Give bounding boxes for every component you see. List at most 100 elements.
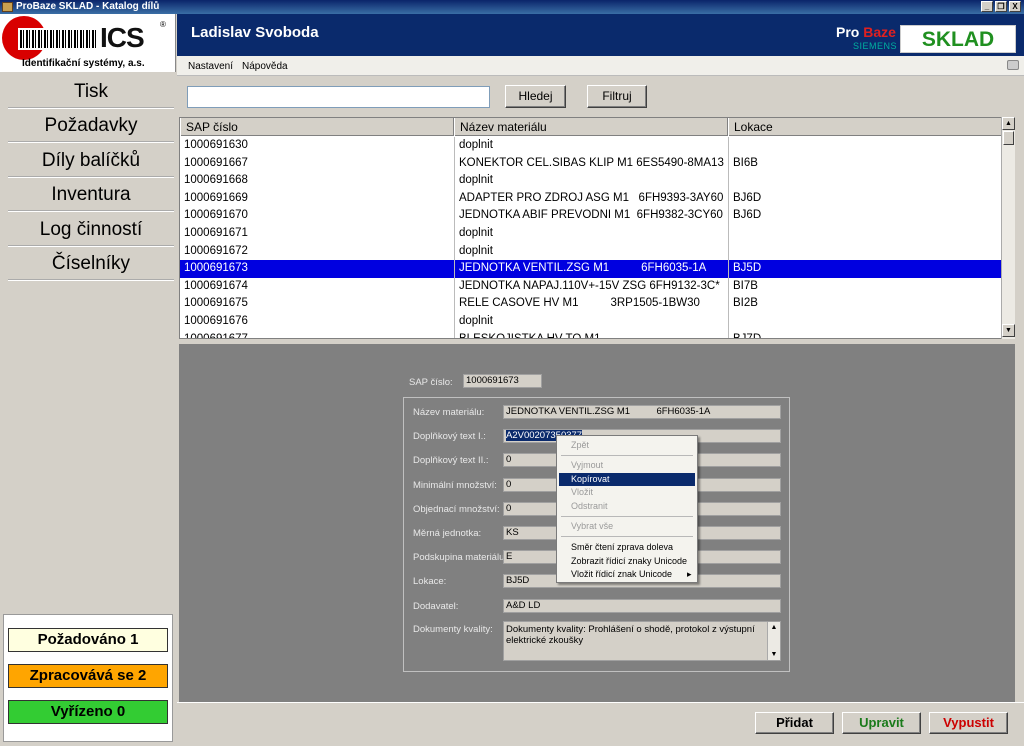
column-name[interactable]: Název materiálu xyxy=(454,118,728,136)
probaze-logo: Pro Baze xyxy=(836,24,896,40)
cell-loc: BJ5D xyxy=(728,260,998,279)
ctx-copy[interactable]: Kopírovat xyxy=(559,473,695,486)
ctx-insert-unicode[interactable]: Vložit řídicí znak Unicode xyxy=(559,568,695,581)
ctx-rtl[interactable]: Směr čtení zprava doleva xyxy=(559,541,695,554)
ctx-show-unicode[interactable]: Zobrazit řídicí znaky Unicode xyxy=(559,555,695,568)
logo-pro: Pro xyxy=(836,24,860,40)
status-processing[interactable]: Zpracovává se 2 xyxy=(8,664,168,688)
cell-name: doplnit xyxy=(454,225,724,243)
table-row[interactable]: 1000691630 doplnit xyxy=(180,137,1002,155)
cell-loc xyxy=(728,172,998,191)
maximize-button[interactable]: ❐ xyxy=(995,1,1007,12)
table-row[interactable]: 1000691675 RELE CASOVE HV M1 3RP1505-1BW3… xyxy=(180,295,1002,314)
nav-pozadavky[interactable]: Požadavky xyxy=(8,110,174,143)
quality-label: Dokumenty kvality: xyxy=(413,624,493,635)
barcode-icon xyxy=(18,28,98,50)
cell-loc: BI2B xyxy=(728,295,998,314)
additional-text-2-label: Doplňkový text II.: xyxy=(413,455,489,467)
table-row[interactable]: 1000691670 JEDNOTKA ABIF PREVODNI M1 6FH9… xyxy=(180,207,1002,226)
logo-brand: ICS xyxy=(100,22,145,53)
cell-sap: 1000691674 xyxy=(184,279,248,292)
cell-sap: 1000691672 xyxy=(184,244,248,257)
nav-tisk[interactable]: Tisk xyxy=(8,76,174,109)
cell-loc: BJ6D xyxy=(728,189,998,208)
cell-sap: 1000691675 xyxy=(184,297,248,310)
material-name-label: Název materiálu: xyxy=(413,407,485,418)
table-row[interactable]: 1000691674 JEDNOTKA NAPAJ.110V+-15V ZSG 6… xyxy=(180,277,1002,296)
search-input[interactable] xyxy=(187,86,490,108)
quality-scroll-up-icon[interactable]: ▲ xyxy=(768,622,780,633)
ctx-delete[interactable]: Odstranit xyxy=(559,500,695,513)
supplier-field[interactable]: A&D LD xyxy=(503,598,781,613)
unit-label: Měrná jednotka: xyxy=(413,528,482,539)
scroll-thumb[interactable] xyxy=(1003,131,1014,145)
menu-napoveda[interactable]: Nápověda xyxy=(242,61,288,72)
quality-scroll-down-icon[interactable]: ▼ xyxy=(768,649,780,660)
status-panel: Požadováno 1 Zpracovává se 2 Vyřízeno 0 xyxy=(3,614,173,742)
nav-inventura[interactable]: Inventura xyxy=(8,179,174,212)
ctx-separator xyxy=(561,455,693,456)
cell-name: JEDNOTKA ABIF PREVODNI M1 6FH9382-3CY60 xyxy=(454,207,724,226)
table-row[interactable]: 1000691677 BLESKOJISTKA HV TO M1 BJ7D xyxy=(180,330,1002,339)
ctx-cut[interactable]: Vyjmout xyxy=(559,459,695,472)
logo-subtitle: Identifikační systémy, a.s. xyxy=(22,58,145,69)
printer-icon[interactable] xyxy=(1007,60,1019,70)
filter-button[interactable]: Filtruj xyxy=(587,85,647,108)
nav-log-cinnosti[interactable]: Log činností xyxy=(8,214,174,247)
quality-scrollbar[interactable]: ▲ ▼ xyxy=(767,622,780,660)
cell-loc xyxy=(728,137,998,155)
add-button[interactable]: Přidat xyxy=(755,712,834,734)
cell-sap: 1000691677 xyxy=(184,332,248,339)
cell-sap: 1000691671 xyxy=(184,227,248,239)
menu-nastaveni[interactable]: Nastavení xyxy=(188,61,233,72)
ctx-select-all[interactable]: Vybrat vše xyxy=(559,520,695,533)
materials-table[interactable]: SAP číslo Název materiálu Lokace 1000691… xyxy=(179,117,1015,339)
table-row[interactable]: 1000691671 doplnit xyxy=(180,225,1002,243)
ctx-paste[interactable]: Vložit xyxy=(559,486,695,499)
material-name-field[interactable]: JEDNOTKA VENTIL.ZSG M1 6FH6035-1A xyxy=(503,405,781,419)
window-title: ProBaze SKLAD - Katalog dílů xyxy=(16,1,160,12)
ctx-undo[interactable]: Zpět xyxy=(559,439,695,452)
logo-baze: Baze xyxy=(863,24,896,40)
table-row[interactable]: 1000691668 doplnit xyxy=(180,172,1002,191)
status-requested[interactable]: Požadováno 1 xyxy=(8,628,168,652)
user-name: Ladislav Svoboda xyxy=(191,24,319,41)
column-sap[interactable]: SAP číslo xyxy=(180,118,454,136)
table-row[interactable]: 1000691667 KONEKTOR CEL.SIBAS KLIP M1 6ES… xyxy=(180,154,1002,173)
scroll-up-icon[interactable]: ▲ xyxy=(1002,117,1015,130)
cell-sap: 1000691668 xyxy=(184,174,248,187)
delete-button[interactable]: Vypustit xyxy=(929,712,1008,734)
close-button[interactable]: X xyxy=(1009,1,1021,12)
table-row[interactable]: 1000691669 ADAPTER PRO ZDROJ ASG M1 6FH93… xyxy=(180,189,1002,208)
table-row[interactable]: 1000691673 JEDNOTKA VENTIL.ZSG M1 6FH6035… xyxy=(180,260,1002,279)
table-scrollbar[interactable]: ▲ ▼ xyxy=(1001,117,1015,339)
column-location[interactable]: Lokace xyxy=(728,118,1002,136)
cell-loc xyxy=(728,313,998,331)
sap-label: SAP číslo: xyxy=(409,377,453,388)
cell-loc: BI7B xyxy=(728,277,998,296)
cell-name: doplnit xyxy=(454,137,724,155)
nav-ciselniky[interactable]: Číselníky xyxy=(8,248,174,281)
cell-name: JEDNOTKA NAPAJ.110V+-15V ZSG 6FH9132-3C* xyxy=(454,277,724,296)
menu-bar: Nastavení Nápověda xyxy=(177,56,1024,76)
table-row[interactable]: 1000691676 doplnit xyxy=(180,313,1002,331)
scroll-down-icon[interactable]: ▼ xyxy=(1002,324,1015,337)
sap-field[interactable]: 1000691673 xyxy=(463,374,542,388)
submenu-arrow-icon: ▸ xyxy=(687,569,692,579)
table-row[interactable]: 1000691672 doplnit xyxy=(180,242,1002,261)
minimize-button[interactable]: _ xyxy=(981,1,993,12)
find-button[interactable]: Hledej xyxy=(505,85,566,108)
cell-name: doplnit xyxy=(454,313,724,331)
ics-logo: ICS ® Identifikační systémy, a.s. xyxy=(0,14,176,72)
window-titlebar: ProBaze SKLAD - Katalog dílů _ ❐ X xyxy=(0,0,1024,14)
nav-dily-balicku[interactable]: Díly balíčků xyxy=(8,145,174,178)
logo-registered: ® xyxy=(160,20,166,29)
additional-text-1-label: Doplňkový text I.: xyxy=(413,431,486,443)
supplier-label: Dodavatel: xyxy=(413,600,459,612)
cell-sap: 1000691669 xyxy=(184,191,248,204)
quality-textarea[interactable]: Dokumenty kvality: Prohlášení o shodě, p… xyxy=(503,621,781,661)
cell-loc: BI6B xyxy=(728,154,998,173)
edit-button[interactable]: Upravit xyxy=(842,712,921,734)
cell-sap: 1000691676 xyxy=(184,315,248,327)
status-done[interactable]: Vyřízeno 0 xyxy=(8,700,168,724)
